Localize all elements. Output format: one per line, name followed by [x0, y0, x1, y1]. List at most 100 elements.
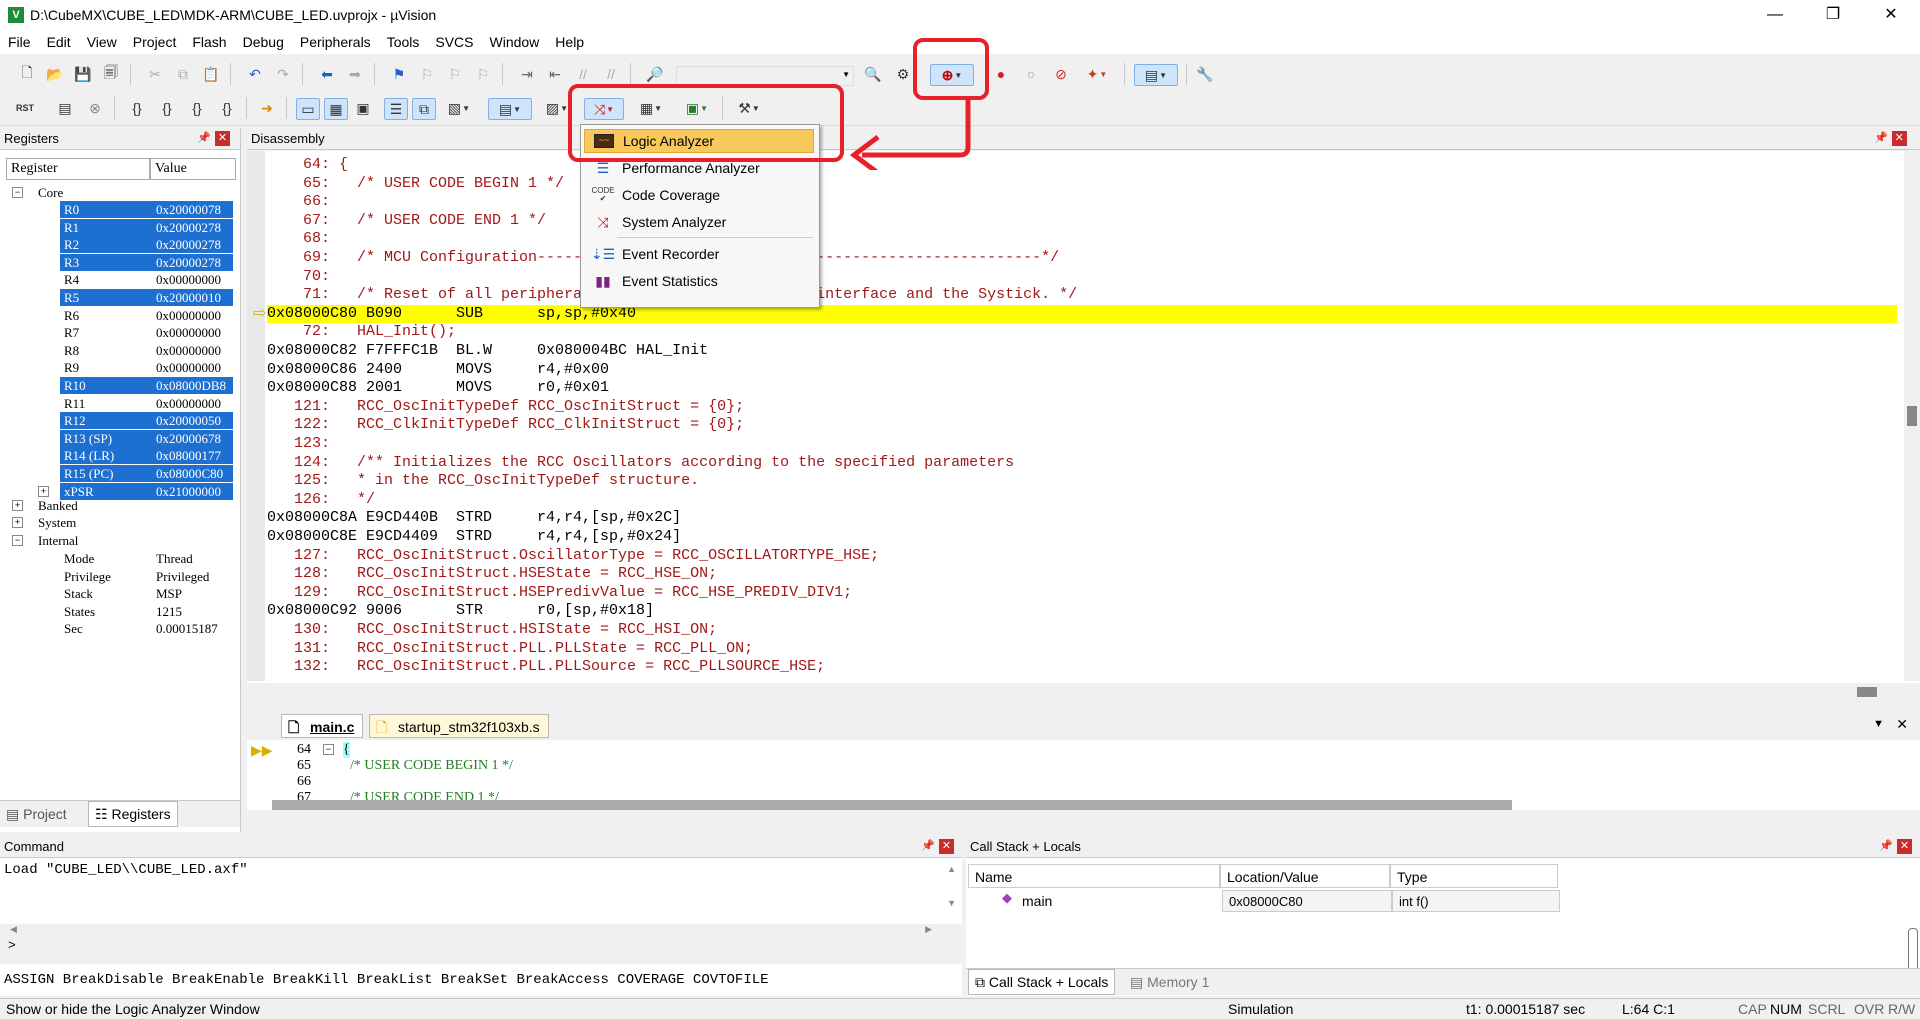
window-layout-icon[interactable]: ▤ ▼: [1134, 64, 1178, 86]
command-scroll-left-icon[interactable]: ◀: [10, 924, 17, 935]
find-in-files-icon[interactable]: 🔎: [644, 64, 666, 84]
menu-item-event-statistics[interactable]: ▮▮ Event Statistics: [584, 269, 814, 293]
minimize-button[interactable]: —: [1746, 0, 1804, 30]
tab-callstack[interactable]: ⧉ Call Stack + Locals: [968, 969, 1116, 995]
maximize-button[interactable]: ❐: [1804, 0, 1862, 30]
column-name[interactable]: Name: [968, 864, 1220, 888]
register-value[interactable]: 0x20000050: [156, 412, 221, 429]
expand-system-icon[interactable]: +: [12, 517, 23, 528]
step-out-icon[interactable]: {}: [186, 98, 208, 118]
source-line[interactable]: 126: */: [267, 491, 1897, 509]
value-column-header[interactable]: Value: [150, 158, 236, 180]
enable-breakpoint-icon[interactable]: ○: [1020, 64, 1042, 84]
collapse-core-icon[interactable]: −: [12, 187, 23, 198]
column-location[interactable]: Location/Value: [1220, 864, 1390, 888]
new-file-icon[interactable]: 🗋: [16, 64, 38, 84]
disassembly-horizontal-scrollbar[interactable]: [247, 683, 1920, 701]
close-disassembly-icon[interactable]: ✕: [1891, 131, 1907, 146]
source-line[interactable]: 64: {: [267, 156, 1897, 174]
run-icon[interactable]: ▤: [54, 98, 76, 118]
source-line[interactable]: 121: RCC_OscInitTypeDef RCC_OscInitStruc…: [267, 398, 1897, 416]
expand-banked-icon[interactable]: +: [12, 500, 23, 511]
menu-view[interactable]: View: [79, 34, 125, 50]
register-row[interactable]: R15 (PC) 0x08000C80: [60, 465, 233, 482]
source-line[interactable]: 127: RCC_OscInitStruct.OscillatorType = …: [267, 547, 1897, 565]
uncomment-icon[interactable]: //: [600, 64, 622, 84]
register-value[interactable]: 0x20000078: [156, 201, 221, 218]
reset-icon[interactable]: RST: [14, 98, 36, 118]
save-all-icon[interactable]: 🗐: [100, 64, 122, 84]
find-combo[interactable]: ▼: [676, 66, 854, 86]
register-value[interactable]: 0x20000678: [156, 430, 221, 447]
source-line[interactable]: 124: /** Initializes the RCC Oscillators…: [267, 454, 1897, 472]
command-scroll-up-icon[interactable]: ▲: [947, 864, 956, 874]
menu-project[interactable]: Project: [125, 34, 185, 50]
undo-icon[interactable]: ↶: [244, 64, 266, 84]
banked-group-label[interactable]: Banked: [38, 497, 78, 514]
register-row[interactable]: xPSR 0x21000000: [60, 482, 233, 500]
register-row[interactable]: R0 0x20000078: [60, 201, 233, 218]
source-line[interactable]: 129: RCC_OscInitStruct.HSEPredivValue = …: [267, 584, 1897, 602]
open-file-icon[interactable]: 📂: [44, 64, 66, 84]
prev-bookmark-icon[interactable]: ⚐: [416, 64, 438, 84]
expand-xpsr-icon[interactable]: +: [38, 485, 49, 497]
fold-icon[interactable]: −: [323, 744, 334, 755]
tab-startup-file[interactable]: 🗋 startup_stm32f103xb.s: [369, 714, 549, 738]
editor-view[interactable]: ▶▶ − 64{65 /* USER CODE BEGIN 1 */66 67 /…: [247, 740, 1920, 810]
menu-file[interactable]: File: [0, 34, 39, 50]
scrollbar-thumb[interactable]: [1907, 406, 1917, 426]
tab-registers[interactable]: ☷ Registers: [88, 801, 178, 827]
register-row[interactable]: R9 0x00000000: [60, 359, 233, 376]
source-line[interactable]: 131: RCC_OscInitStruct.PLL.PLLState = RC…: [267, 640, 1897, 658]
tab-list-dropdown-icon[interactable]: ▼: [1873, 718, 1884, 730]
tab-main-c[interactable]: 🗋 main.c: [281, 714, 364, 738]
register-value[interactable]: 0x00000000: [156, 271, 221, 288]
register-value[interactable]: 0x20000278: [156, 236, 221, 253]
source-line[interactable]: 125: * in the RCC_OscInitTypeDef structu…: [267, 472, 1897, 490]
close-editor-tab-icon[interactable]: ✕: [1896, 716, 1908, 733]
asm-line[interactable]: 0x08000C82 F7FFFC1B BL.W 0x080004BC HAL_…: [267, 342, 1897, 360]
register-value[interactable]: 0x08000177: [156, 447, 221, 464]
menu-item-code-coverage[interactable]: CODE ✔ Code Coverage: [584, 183, 814, 207]
register-row[interactable]: R10 0x08000DB8: [60, 377, 233, 394]
register-value[interactable]: 0x00000000: [156, 395, 221, 412]
pin-callstack-icon[interactable]: 📌: [1879, 839, 1893, 854]
disassembly-window-icon[interactable]: ▦: [324, 98, 348, 120]
navigate-back-icon[interactable]: ⬅: [316, 64, 338, 84]
pin-disassembly-icon[interactable]: 📌: [1874, 131, 1888, 146]
menu-tools[interactable]: Tools: [379, 34, 428, 50]
menu-item-event-recorder[interactable]: ⇣☰ Event Recorder: [584, 242, 814, 266]
source-line[interactable]: 70:: [267, 268, 1897, 286]
kill-breakpoints-icon[interactable]: ✦ ▼: [1080, 64, 1114, 84]
copy-icon[interactable]: ⧉: [172, 64, 194, 84]
register-row[interactable]: R14 (LR) 0x08000177: [60, 447, 233, 465]
register-value[interactable]: 0x00000000: [156, 342, 221, 359]
watch-windows-icon[interactable]: ▧ ▼: [442, 98, 476, 118]
unindent-icon[interactable]: ⇤: [544, 64, 566, 84]
close-registers-panel-icon[interactable]: ✕: [215, 131, 230, 146]
registers-window-icon[interactable]: ☰: [384, 98, 408, 120]
debug-session-icon[interactable]: ⚙: [892, 64, 914, 84]
disable-all-breakpoints-icon[interactable]: ⊘: [1050, 64, 1072, 84]
menu-help[interactable]: Help: [547, 34, 592, 50]
clear-bookmarks-icon[interactable]: ⚐: [472, 64, 494, 84]
register-row[interactable]: R11 0x00000000: [60, 395, 233, 412]
command-scroll-right-icon[interactable]: ▶: [925, 924, 932, 935]
asm-line[interactable]: 0x08000C88 2001 MOVS r0,#0x01: [267, 379, 1897, 397]
comment-icon[interactable]: //: [572, 64, 594, 84]
hscroll-thumb[interactable]: [1857, 687, 1877, 697]
menu-flash[interactable]: Flash: [184, 34, 234, 50]
disassembly-vertical-scrollbar[interactable]: [1904, 151, 1920, 681]
collapse-internal-icon[interactable]: −: [12, 535, 23, 546]
asm-line[interactable]: 0x08000C86 2400 MOVS r4,#0x00: [267, 361, 1897, 379]
register-column-header[interactable]: Register: [6, 158, 150, 180]
indent-icon[interactable]: ⇥: [516, 64, 538, 84]
register-row[interactable]: R8 0x00000000: [60, 342, 233, 359]
close-window-button[interactable]: ✕: [1862, 0, 1920, 30]
register-value[interactable]: 0x08000DB8: [156, 377, 226, 394]
register-value[interactable]: 0x08000C80: [156, 465, 223, 482]
source-line[interactable]: 69: /* MCU Configuration----------------…: [267, 249, 1897, 267]
register-row[interactable]: R12 0x20000050: [60, 412, 233, 430]
step-into-icon[interactable]: {}: [126, 98, 148, 118]
register-value[interactable]: 0x00000000: [156, 324, 221, 341]
